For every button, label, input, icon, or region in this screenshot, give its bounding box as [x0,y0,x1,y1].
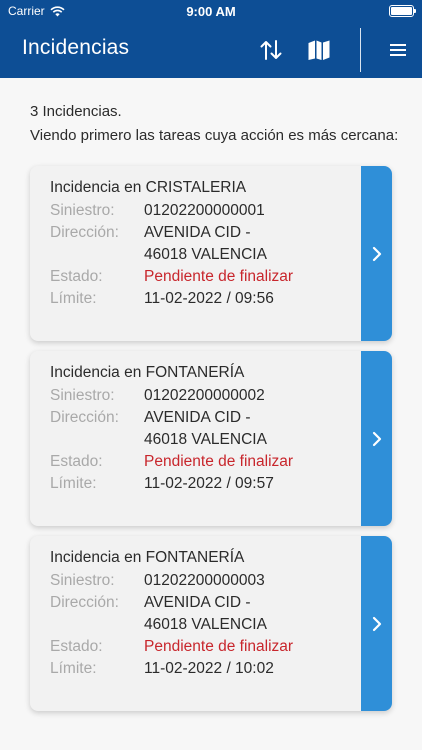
direccion-spacer [50,244,144,266]
direccion-row: Dirección: AVENIDA CID - [50,407,361,429]
sort-description: Viendo primero las tareas cuya acción es… [30,127,399,144]
nav-divider [360,28,361,72]
menu-button[interactable] [382,34,414,66]
status-bar: Carrier 9:00 AM [0,0,422,22]
incident-title: Incidencia en FONTANERÍA [50,364,245,381]
chevron-right-icon [372,431,381,446]
limite-label: Límite: [50,475,97,492]
direccion-label: Dirección: [50,594,119,611]
direccion-label: Dirección: [50,224,119,241]
limite-label: Límite: [50,660,97,677]
map-icon [308,40,330,60]
summary: 3 Incidencias. Viendo primero las tareas… [30,100,398,148]
estado-row: Estado: Pendiente de finalizar [50,451,361,473]
incident-card-body: Incidencia en CRISTALERIA Siniestro: 012… [30,166,361,341]
map-button[interactable] [303,34,335,66]
limite-row: Límite: 11-02-2022 / 10:02 [50,658,361,680]
siniestro-value: 01202200000002 [144,387,265,404]
siniestro-row: Siniestro: 01202200000001 [50,200,361,222]
limite-row: Límite: 11-02-2022 / 09:57 [50,473,361,495]
sort-button[interactable] [255,34,287,66]
limite-row: Límite: 11-02-2022 / 09:56 [50,288,361,310]
sort-arrows-icon [260,40,282,60]
incident-card[interactable]: Incidencia en CRISTALERIA Siniestro: 012… [30,166,392,341]
direccion-row-2: 46018 VALENCIA [50,244,361,266]
direccion-value: AVENIDA CID - [144,409,251,426]
incident-title: Incidencia en CRISTALERIA [50,179,247,196]
incident-card[interactable]: Incidencia en FONTANERÍA Siniestro: 0120… [30,536,392,711]
incident-list: Incidencia en CRISTALERIA Siniestro: 012… [30,166,392,721]
direccion-row: Dirección: AVENIDA CID - [50,222,361,244]
direccion-value: AVENIDA CID - [144,594,251,611]
limite-value: 11-02-2022 / 09:56 [144,290,274,307]
siniestro-label: Siniestro: [50,202,115,219]
chevron-right-icon [372,246,381,261]
open-incident-button[interactable] [361,351,392,526]
direccion-value: AVENIDA CID - [144,224,251,241]
estado-value: Pendiente de finalizar [144,638,294,655]
limite-value: 11-02-2022 / 09:57 [144,475,274,492]
siniestro-row: Siniestro: 01202200000003 [50,570,361,592]
incident-card[interactable]: Incidencia en FONTANERÍA Siniestro: 0120… [30,351,392,526]
siniestro-label: Siniestro: [50,387,115,404]
chevron-right-icon [372,616,381,631]
incident-title: Incidencia en FONTANERÍA [50,549,245,566]
estado-row: Estado: Pendiente de finalizar [50,266,361,288]
estado-label: Estado: [50,268,103,285]
siniestro-value: 01202200000003 [144,572,265,589]
clock: 9:00 AM [186,4,236,19]
estado-value: Pendiente de finalizar [144,268,294,285]
direccion-row: Dirección: AVENIDA CID - [50,592,361,614]
direccion-value-2: 46018 VALENCIA [144,431,267,448]
direccion-value-2: 46018 VALENCIA [144,616,267,633]
direccion-label: Dirección: [50,409,119,426]
nav-bar: Incidencias [0,22,422,78]
incident-card-body: Incidencia en FONTANERÍA Siniestro: 0120… [30,351,361,526]
limite-value: 11-02-2022 / 10:02 [144,660,274,677]
siniestro-value: 01202200000001 [144,202,265,219]
direccion-value-2: 46018 VALENCIA [144,246,267,263]
siniestro-row: Siniestro: 01202200000002 [50,385,361,407]
siniestro-label: Siniestro: [50,572,115,589]
direccion-row-2: 46018 VALENCIA [50,429,361,451]
open-incident-button[interactable] [361,166,392,341]
page-title: Incidencias [22,36,130,59]
incident-count: 3 Incidencias. [30,103,122,120]
hamburger-menu-icon [390,44,406,56]
limite-label: Límite: [50,290,97,307]
battery-icon [389,5,416,17]
open-incident-button[interactable] [361,536,392,711]
estado-label: Estado: [50,453,103,470]
estado-row: Estado: Pendiente de finalizar [50,636,361,658]
estado-label: Estado: [50,638,103,655]
estado-value: Pendiente de finalizar [144,453,294,470]
direccion-row-2: 46018 VALENCIA [50,614,361,636]
direccion-spacer [50,614,144,636]
direccion-spacer [50,429,144,451]
incident-card-body: Incidencia en FONTANERÍA Siniestro: 0120… [30,536,361,711]
